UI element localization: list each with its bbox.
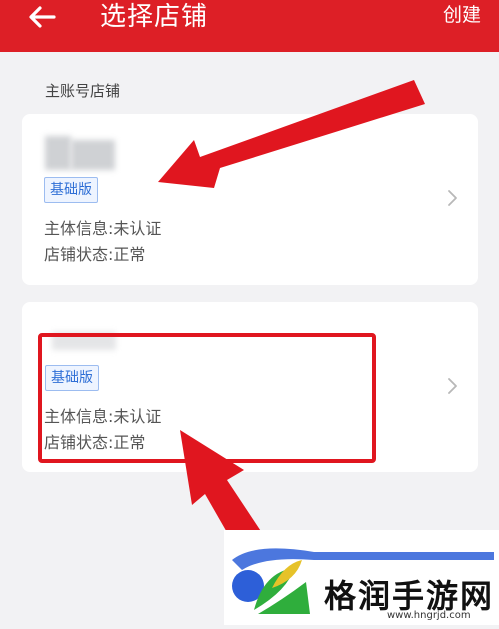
watermark-logo: 格润手游网 www.hngrjd.com — [224, 530, 499, 625]
annotation-arrow-top — [158, 80, 425, 188]
watermark-url: www.hngrjd.com — [387, 610, 471, 621]
